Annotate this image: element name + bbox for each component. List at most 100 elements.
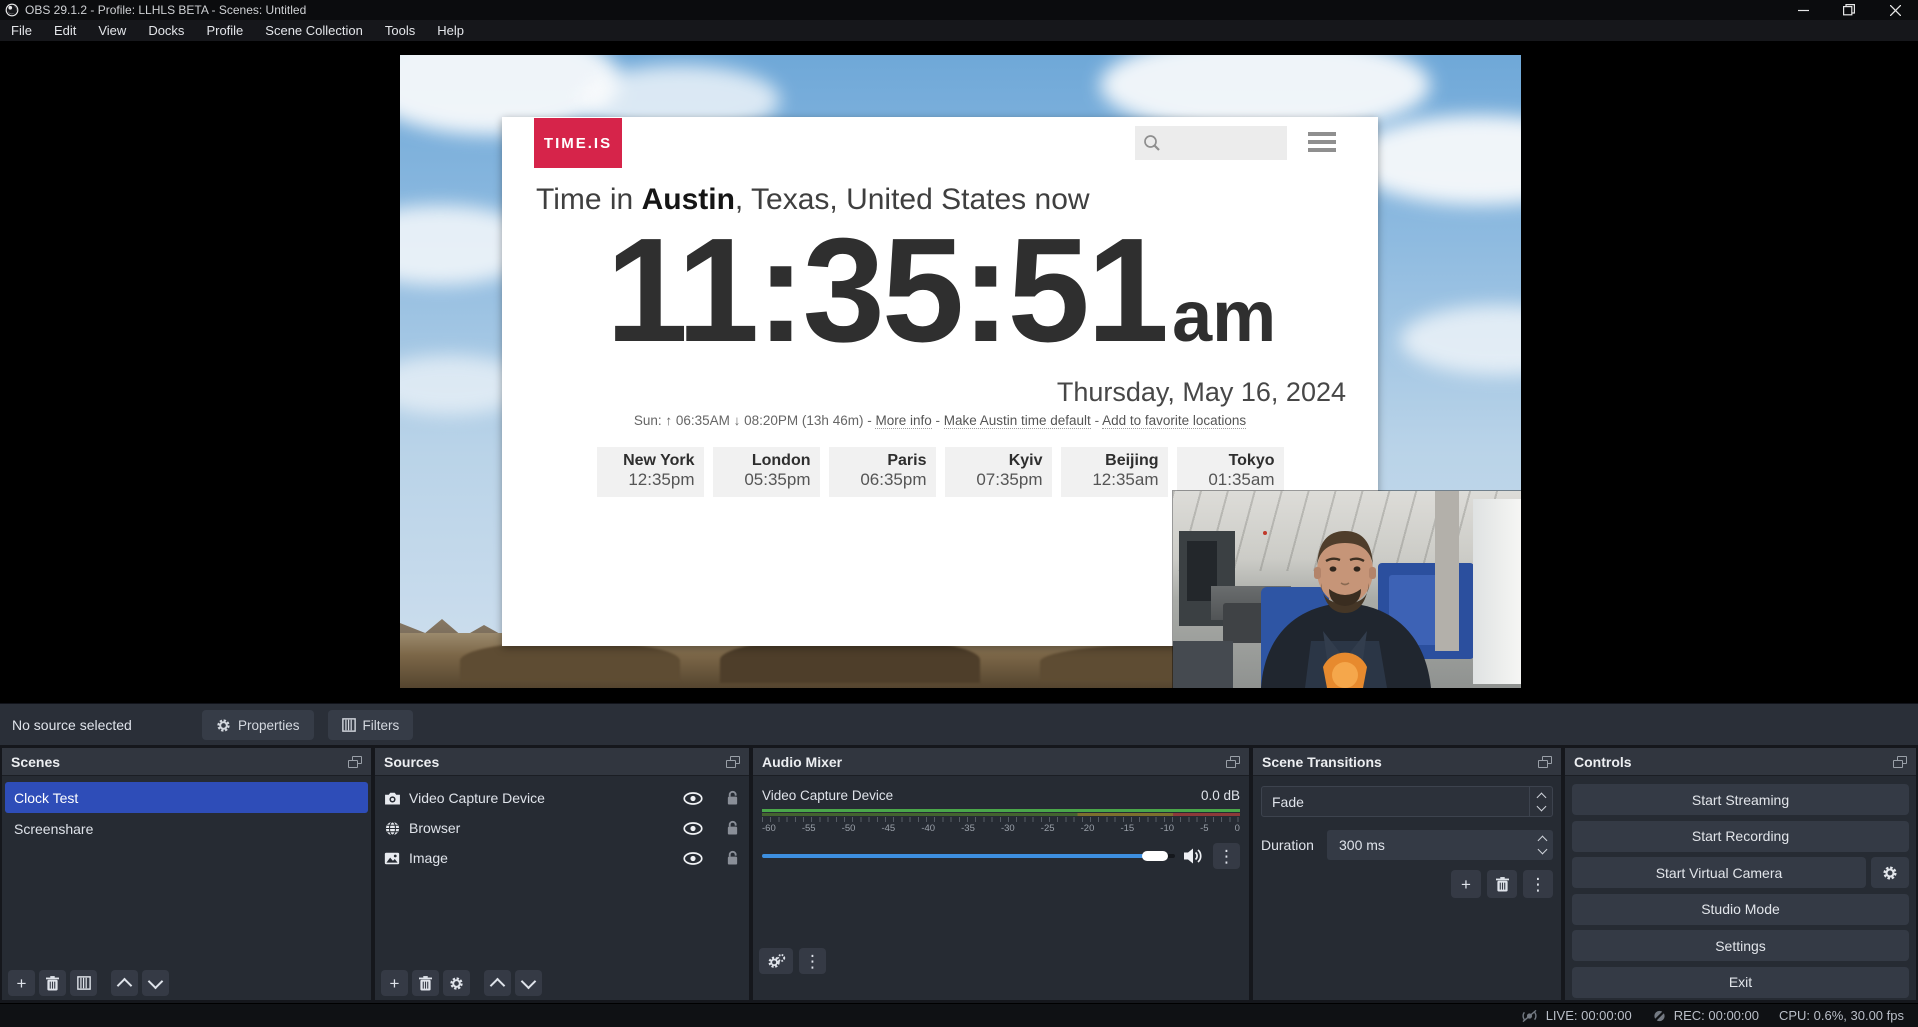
- controls-header: Controls: [1565, 748, 1916, 776]
- obs-window: OBS 29.1.2 - Profile: LLHLS BETA - Scene…: [0, 0, 1918, 1027]
- virtual-camera-config-button[interactable]: [1871, 857, 1909, 888]
- move-source-up-button[interactable]: [484, 970, 511, 996]
- make-default-link[interactable]: Make Austin time default: [944, 413, 1091, 429]
- chevron-down-icon: [148, 973, 164, 989]
- popout-icon[interactable]: [726, 756, 740, 768]
- rec-status: REC: 00:00:00: [1652, 1008, 1759, 1023]
- properties-button[interactable]: Properties: [202, 710, 314, 740]
- world-clock-item[interactable]: Tokyo 01:35am: [1177, 447, 1284, 497]
- move-source-down-button[interactable]: [515, 970, 542, 996]
- menu-item[interactable]: Tools: [374, 20, 426, 41]
- start-virtual-camera-button[interactable]: Start Virtual Camera: [1572, 857, 1866, 888]
- world-clock-item[interactable]: London 05:35pm: [713, 447, 820, 497]
- world-clock-item[interactable]: Paris 06:35pm: [829, 447, 936, 497]
- double-gear-icon: [767, 954, 786, 969]
- popout-icon[interactable]: [1226, 756, 1240, 768]
- gear-icon: [216, 718, 231, 733]
- hamburger-menu-icon[interactable]: [1308, 132, 1336, 152]
- source-label: Image: [409, 850, 671, 866]
- remove-scene-button[interactable]: [39, 970, 66, 996]
- start-recording-button[interactable]: Start Recording: [1572, 821, 1909, 852]
- move-scene-up-button[interactable]: [111, 970, 138, 996]
- source-row[interactable]: Video Capture Device: [375, 783, 749, 813]
- remove-source-button[interactable]: [412, 970, 439, 996]
- source-row[interactable]: Image: [375, 843, 749, 873]
- scene-filters-button[interactable]: [70, 970, 97, 996]
- popout-icon[interactable]: [348, 756, 362, 768]
- popout-icon[interactable]: [1538, 756, 1552, 768]
- volume-meter: -60-55-50-45-40-35-30-25-20-15-10-50: [762, 809, 1240, 834]
- source-properties-button[interactable]: [443, 970, 470, 996]
- remove-transition-button[interactable]: [1487, 870, 1517, 898]
- scene-item[interactable]: Screenshare: [5, 813, 368, 844]
- add-scene-button[interactable]: +: [8, 970, 35, 996]
- record-inactive-icon: [1652, 1009, 1667, 1023]
- combo-spinner[interactable]: [1529, 787, 1552, 816]
- audio-mixer-header: Audio Mixer: [753, 748, 1249, 776]
- scene-transitions-header: Scene Transitions: [1253, 748, 1561, 776]
- speaker-icon[interactable]: [1184, 848, 1204, 864]
- program-video[interactable]: TIME.IS Time in Austin, Texas, United St…: [400, 55, 1521, 688]
- menu-item[interactable]: Help: [426, 20, 475, 41]
- source-label: Video Capture Device: [409, 790, 671, 806]
- volume-slider-handle[interactable]: [1142, 851, 1168, 861]
- duration-spinbox[interactable]: 300 ms: [1327, 830, 1553, 860]
- source-row[interactable]: Browser: [375, 813, 749, 843]
- menu-item[interactable]: Scene Collection: [254, 20, 374, 41]
- world-clock-time: 01:35am: [1177, 470, 1275, 490]
- add-transition-button[interactable]: +: [1451, 870, 1481, 898]
- world-clock-city: Beijing: [1061, 452, 1159, 470]
- image-icon: [384, 852, 400, 865]
- no-source-status: No source selected: [12, 717, 202, 733]
- world-clock-item[interactable]: Beijing 12:35am: [1061, 447, 1168, 497]
- exit-button[interactable]: Exit: [1572, 967, 1909, 998]
- sources-header: Sources: [375, 748, 749, 776]
- volume-slider[interactable]: [762, 854, 1175, 858]
- menu-item[interactable]: File: [0, 20, 43, 41]
- studio-mode-button[interactable]: Studio Mode: [1572, 894, 1909, 925]
- advanced-audio-button[interactable]: [759, 948, 793, 974]
- timeis-search-box[interactable]: [1135, 126, 1287, 160]
- minimize-button[interactable]: [1780, 0, 1826, 20]
- duration-value: 300 ms: [1339, 837, 1385, 853]
- search-icon: [1143, 134, 1161, 152]
- search-input[interactable]: [1167, 134, 1281, 152]
- preview-area[interactable]: TIME.IS Time in Austin, Texas, United St…: [0, 41, 1918, 703]
- move-scene-down-button[interactable]: [142, 970, 169, 996]
- add-source-button[interactable]: +: [381, 970, 408, 996]
- kebab-menu-icon: ⋮: [1218, 848, 1235, 865]
- world-clock-item[interactable]: New York 12:35pm: [597, 447, 704, 497]
- add-favorite-link[interactable]: Add to favorite locations: [1102, 413, 1246, 429]
- visibility-eye-icon[interactable]: [683, 792, 703, 805]
- world-clock-item[interactable]: Kyiv 07:35pm: [945, 447, 1052, 497]
- maximize-button[interactable]: [1826, 0, 1872, 20]
- more-info-link[interactable]: More info: [875, 413, 931, 429]
- timeis-logo[interactable]: TIME.IS: [534, 118, 622, 168]
- close-button[interactable]: [1872, 0, 1918, 20]
- menu-item[interactable]: Docks: [137, 20, 195, 41]
- menu-bar: FileEditViewDocksProfileScene Collection…: [0, 20, 1918, 42]
- menu-item[interactable]: Profile: [195, 20, 254, 41]
- camera-icon: [384, 792, 401, 805]
- duration-spinner[interactable]: [1531, 830, 1553, 860]
- mixer-channel-menu-button[interactable]: ⋮: [1213, 843, 1240, 869]
- scene-item[interactable]: Clock Test: [5, 782, 368, 813]
- popout-icon[interactable]: [1893, 756, 1907, 768]
- menu-item[interactable]: View: [87, 20, 137, 41]
- lock-icon[interactable]: [726, 850, 739, 866]
- menu-item[interactable]: Edit: [43, 20, 87, 41]
- mixer-channel-name: Video Capture Device: [762, 788, 893, 803]
- lock-icon[interactable]: [726, 790, 739, 806]
- lock-icon[interactable]: [726, 820, 739, 836]
- settings-button[interactable]: Settings: [1572, 930, 1909, 961]
- webcam-overlay[interactable]: [1173, 491, 1521, 688]
- start-streaming-button[interactable]: Start Streaming: [1572, 784, 1909, 815]
- visibility-eye-icon[interactable]: [683, 852, 703, 865]
- visibility-eye-icon[interactable]: [683, 822, 703, 835]
- transition-select[interactable]: Fade: [1261, 786, 1553, 817]
- filters-icon: [342, 718, 356, 732]
- filters-button[interactable]: Filters: [328, 710, 414, 740]
- transition-menu-button[interactable]: ⋮: [1523, 870, 1553, 898]
- live-status: LIVE: 00:00:00: [1520, 1008, 1632, 1023]
- mixer-menu-button[interactable]: ⋮: [799, 948, 826, 974]
